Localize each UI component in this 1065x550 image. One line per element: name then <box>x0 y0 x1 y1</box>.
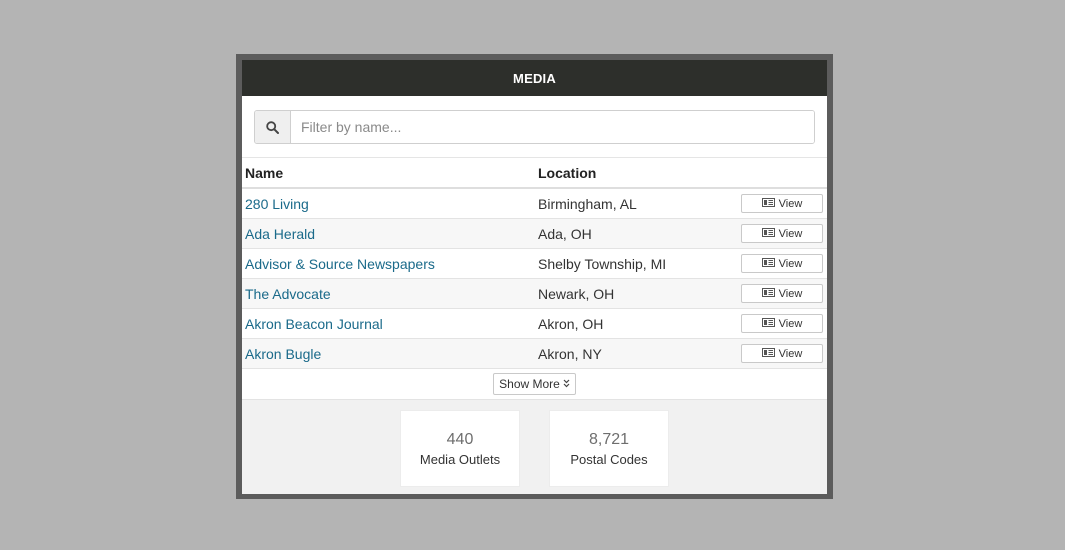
newspaper-icon <box>761 347 775 360</box>
show-more-label: Show More <box>499 377 560 391</box>
newspaper-icon <box>761 197 775 210</box>
outlet-link[interactable]: Advisor & Source Newspapers <box>245 256 435 272</box>
media-panel: MEDIA Name Location 280 Living Birming <box>236 54 833 499</box>
column-header-location: Location <box>535 158 732 189</box>
panel-title: MEDIA <box>513 70 556 86</box>
newspaper-icon <box>761 287 775 300</box>
view-button[interactable]: View <box>741 344 823 364</box>
media-table: Name Location 280 Living Birmingham, AL … <box>242 158 827 369</box>
view-button[interactable]: View <box>741 284 823 304</box>
stat-label: Media Outlets <box>419 451 501 467</box>
stat-card-postal-codes: 8,721 Postal Codes <box>549 410 669 487</box>
show-more-section: Show More <box>242 369 827 400</box>
location-cell: Ada, OH <box>535 218 732 249</box>
stat-value: 440 <box>446 430 474 448</box>
view-label: View <box>778 317 803 330</box>
table-row: Akron Beacon Journal Akron, OH View <box>242 308 827 339</box>
location-cell: Birmingham, AL <box>535 188 732 219</box>
location-cell: Newark, OH <box>535 278 732 309</box>
panel-header: MEDIA <box>242 60 827 96</box>
view-label: View <box>778 347 803 360</box>
newspaper-icon <box>761 227 775 240</box>
outlet-link[interactable]: Akron Bugle <box>245 346 321 362</box>
newspaper-icon <box>761 317 775 330</box>
view-button[interactable]: View <box>741 194 823 214</box>
table-row: Advisor & Source Newspapers Shelby Towns… <box>242 248 827 279</box>
column-header-action <box>732 158 827 189</box>
search-icon <box>255 111 291 143</box>
view-button[interactable]: View <box>741 224 823 244</box>
table-row: The Advocate Newark, OH View <box>242 278 827 309</box>
filter-input[interactable] <box>291 111 814 143</box>
view-label: View <box>778 287 803 300</box>
view-label: View <box>778 257 803 270</box>
stat-label: Postal Codes <box>570 451 648 467</box>
location-cell: Akron, NY <box>535 338 732 369</box>
table-row: Akron Bugle Akron, NY View <box>242 338 827 369</box>
double-chevron-down-icon <box>563 377 570 391</box>
show-more-button[interactable]: Show More <box>493 373 576 395</box>
view-button[interactable]: View <box>741 254 823 274</box>
outlet-link[interactable]: The Advocate <box>245 286 331 302</box>
outlet-link[interactable]: Akron Beacon Journal <box>245 316 383 332</box>
location-cell: Akron, OH <box>535 308 732 339</box>
table-row: Ada Herald Ada, OH View <box>242 218 827 249</box>
view-label: View <box>778 197 803 210</box>
newspaper-icon <box>761 257 775 270</box>
column-header-name: Name <box>242 158 535 189</box>
outlet-link[interactable]: Ada Herald <box>245 226 315 242</box>
stat-value: 8,721 <box>588 430 630 448</box>
location-cell: Shelby Township, MI <box>535 248 732 279</box>
stats-section: 440 Media Outlets 8,721 Postal Codes <box>242 400 827 494</box>
table-header-row: Name Location <box>242 158 827 189</box>
search-group <box>254 110 815 144</box>
view-label: View <box>778 227 803 240</box>
stat-card-media-outlets: 440 Media Outlets <box>400 410 520 487</box>
view-button[interactable]: View <box>741 314 823 334</box>
outlet-link[interactable]: 280 Living <box>245 196 309 212</box>
search-section <box>242 96 827 158</box>
table-row: 280 Living Birmingham, AL View <box>242 188 827 219</box>
